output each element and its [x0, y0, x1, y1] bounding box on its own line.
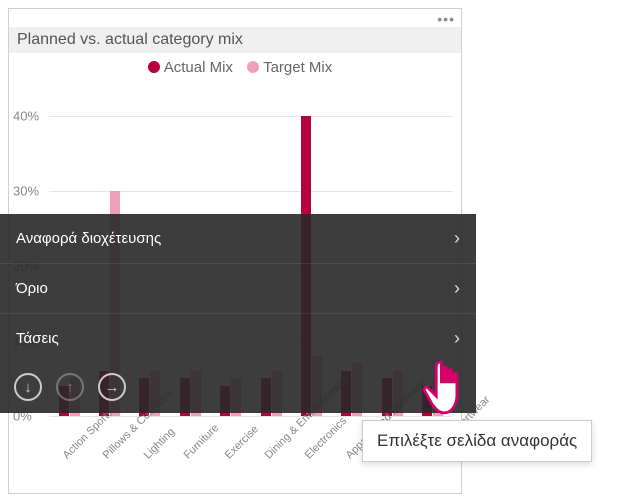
arrow-up-icon: ↑ [56, 373, 84, 401]
arrow-right-icon[interactable]: → [98, 373, 126, 401]
menu-item[interactable]: Αναφορά διοχέτευσης › [0, 214, 476, 264]
legend-swatch-actual [148, 61, 160, 73]
chevron-right-icon: › [454, 278, 460, 299]
menu-item[interactable]: Τάσεις › [0, 314, 476, 363]
footer-nav-icons: ↓ ↑ → [0, 363, 476, 413]
y-tick-label: 30% [13, 183, 39, 198]
chart-legend: Actual Mix Target Mix [9, 53, 461, 78]
menu-item[interactable]: Όριο › [0, 264, 476, 314]
card-header: ••• [9, 9, 461, 27]
legend-swatch-target [247, 61, 259, 73]
tooltip: Επιλέξτε σελίδα αναφοράς [362, 420, 592, 462]
menu-item-label: Τάσεις [16, 330, 59, 347]
legend-label-actual: Actual Mix [164, 59, 233, 76]
menu-item-label: Αναφορά διοχέτευσης [16, 230, 161, 247]
chevron-right-icon: › [454, 228, 460, 249]
arrow-down-icon[interactable]: ↓ [14, 373, 42, 401]
menu-item-label: Όριο [16, 280, 48, 297]
y-tick-label: 40% [13, 108, 39, 123]
chevron-right-icon: › [454, 328, 460, 349]
more-icon[interactable]: ••• [437, 11, 455, 27]
legend-label-target: Target Mix [263, 59, 332, 76]
context-menu-overlay: Αναφορά διοχέτευσης › Όριο › Τάσεις › ↓ ↑ → [0, 214, 476, 413]
chart-title: Planned vs. actual category mix [9, 27, 461, 53]
